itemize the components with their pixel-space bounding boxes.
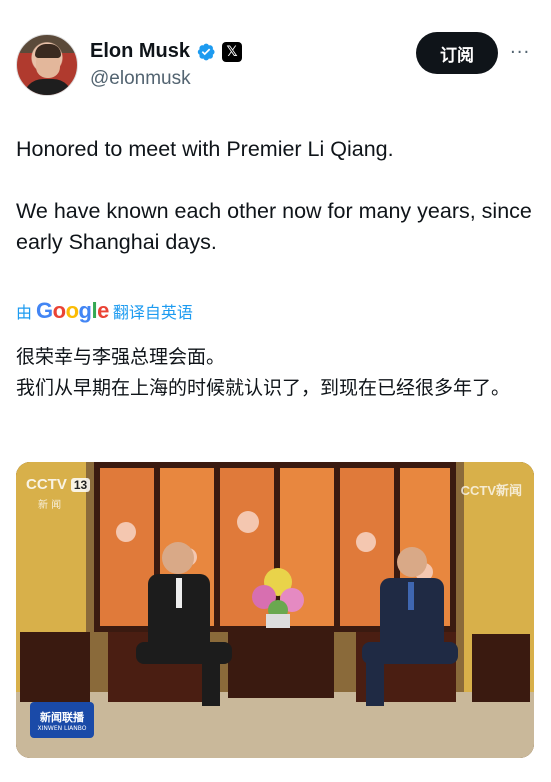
left-side-table — [20, 632, 90, 702]
translated-line: 我们从早期在上海的时候就认识了，到现在已经很多年了。 — [16, 377, 511, 399]
tweet-paragraph: Honored to meet with Premier Li Qiang. — [16, 137, 394, 161]
translated-by-google[interactable]: 由 Google 翻译自英语 — [16, 298, 193, 324]
avatar-hair-shape — [35, 44, 61, 58]
cctv-logo-text: CCTV — [26, 476, 67, 493]
display-name[interactable]: Elon Musk — [90, 40, 190, 63]
tweet-text: Honored to meet with Premier Li Qiang. W… — [16, 134, 536, 289]
xinwen-lianbo-en: XINWEN LIANBO — [37, 724, 87, 732]
channel-number-badge: 13 — [70, 477, 91, 492]
tweet-paragraph: We have known each other now for many ye… — [16, 199, 532, 254]
name-row: Elon Musk 𝕏 — [90, 40, 243, 63]
cctv-logo-left: CCTV 13 — [26, 476, 91, 493]
more-options-icon[interactable]: ··· — [510, 42, 530, 63]
translate-prefix: 由 — [16, 303, 33, 322]
translated-text: 很荣幸与李强总理会面。 我们从早期在上海的时候就认识了，到现在已经很多年了。 — [16, 342, 536, 404]
google-logo: Google — [36, 298, 109, 323]
cctv-sub-label: 新 闻 — [38, 500, 62, 511]
cctv-logo-right: CCTV新闻 — [460, 483, 522, 498]
xinwen-lianbo-logo: 新闻联播 XINWEN LIANBO — [30, 702, 94, 738]
avatar[interactable] — [16, 34, 78, 96]
translated-line: 很荣幸与李强总理会面。 — [16, 346, 226, 368]
x-logo-icon: 𝕏 — [222, 41, 243, 62]
right-side-table — [472, 634, 530, 702]
tweet-photo[interactable]: CCTV 13 新 闻 CCTV新闻 新闻联播 XINWEN LIANBO — [16, 462, 534, 758]
subscribe-button[interactable]: 订阅 — [416, 32, 498, 74]
xinwen-lianbo-text: 新闻联播 — [40, 710, 84, 724]
avatar-body-shape — [23, 79, 73, 95]
verified-badge-icon — [197, 43, 215, 60]
center-table — [228, 628, 334, 698]
user-handle[interactable]: @elonmusk — [90, 68, 191, 90]
translate-suffix: 翻译自英语 — [112, 303, 193, 322]
tweet-header: Elon Musk 𝕏 @elonmusk 订阅 ··· — [0, 0, 551, 110]
